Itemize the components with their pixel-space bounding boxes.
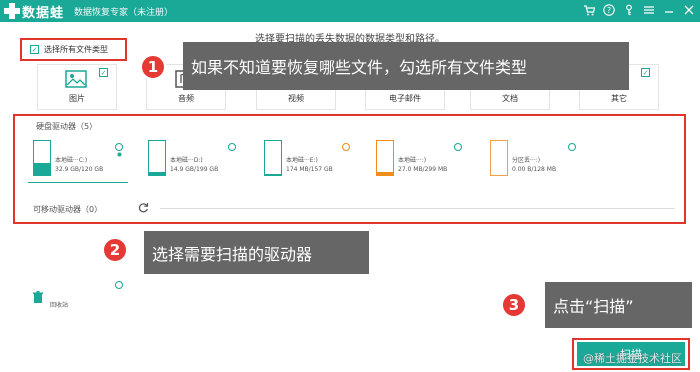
filetype-other-check-icon: ✓ xyxy=(641,68,650,77)
menu-icon[interactable] xyxy=(642,3,656,17)
drive-4-size: 27.0 MB/299 MB xyxy=(398,166,448,173)
watermark: @稀土掘金技术社区 xyxy=(583,352,682,365)
hard-drives-label: 硬盘驱动器（5） xyxy=(36,122,98,131)
drive-e-radio[interactable] xyxy=(342,143,350,151)
close-icon[interactable] xyxy=(682,3,696,17)
drive-e-name: 本地磁···E:) xyxy=(286,157,318,164)
filetype-email-label: 电子邮件 xyxy=(389,94,421,103)
recycle-bin-label: 回收站 xyxy=(50,302,69,309)
minimize-icon[interactable] xyxy=(662,3,676,17)
drive-d-radio[interactable] xyxy=(228,143,236,151)
drive-c-radio[interactable] xyxy=(115,143,123,157)
filetype-video-label: 视频 xyxy=(288,94,304,103)
drive-c[interactable]: 本地磁···C:) 32.9 GB/120 GB xyxy=(33,140,133,182)
filetype-other-label: 其它 xyxy=(611,94,627,103)
key-icon[interactable] xyxy=(622,3,636,17)
app-subtitle: 数据恢复专家（未注册） xyxy=(74,8,174,18)
svg-text:?: ? xyxy=(607,6,611,15)
filetype-document-label: 文档 xyxy=(502,94,518,103)
drive-icon xyxy=(264,140,282,176)
drive-d-size: 14.9 GB/199 GB xyxy=(170,166,219,173)
filetype-image-label: 图片 xyxy=(69,94,85,103)
recycle-bin-icon[interactable] xyxy=(32,291,44,303)
callout-1-text: 如果不知道要恢复哪些文件，勾选所有文件类型 xyxy=(191,58,528,77)
cart-icon[interactable] xyxy=(582,3,596,17)
drive-e-size: 174 MB/157 GB xyxy=(286,166,333,173)
callout-3: 点击“扫描” xyxy=(545,282,692,328)
logo-icon xyxy=(4,3,20,19)
callout-2-badge: 2 xyxy=(102,237,128,263)
drive-lost-partition[interactable]: 分区丢···:) 0.00 B/128 MB xyxy=(490,140,590,182)
callout-3-text: 点击“扫描” xyxy=(553,297,634,316)
app-name: 数据蛙 xyxy=(22,6,65,21)
refresh-icon[interactable] xyxy=(138,202,149,213)
callout-1: 如果不知道要恢复哪些文件，勾选所有文件类型 xyxy=(183,42,629,90)
callout-2-text: 选择需要扫描的驱动器 xyxy=(152,244,313,264)
drive-c-selected-indicator xyxy=(28,182,128,183)
drive-c-size: 32.9 GB/120 GB xyxy=(55,166,104,173)
select-all-label: 选择所有文件类型 xyxy=(44,45,108,54)
filetype-audio-label: 音频 xyxy=(178,94,194,103)
help-icon[interactable]: ? xyxy=(602,3,616,17)
title-bar: 数据蛙 数据恢复专家（未注册） ? xyxy=(0,0,700,22)
select-all-checkbox[interactable]: ✓ 选择所有文件类型 xyxy=(20,38,127,61)
recycle-bin-radio[interactable] xyxy=(115,281,123,289)
drive-e[interactable]: 本地磁···E:) 174 MB/157 GB xyxy=(264,140,364,182)
drive-lost-size: 0.00 B/128 MB xyxy=(512,166,557,173)
checkbox-check-icon: ✓ xyxy=(30,45,39,54)
callout-2: 选择需要扫描的驱动器 xyxy=(144,231,369,274)
filetype-image-check-icon: ✓ xyxy=(99,68,108,77)
drive-lost-name: 分区丢···:) xyxy=(512,157,541,164)
callout-1-badge: 1 xyxy=(140,54,166,80)
drive-icon xyxy=(376,140,394,176)
drive-d[interactable]: 本地磁···D:) 14.9 GB/199 GB xyxy=(148,140,248,182)
drive-icon xyxy=(33,140,51,176)
image-icon xyxy=(65,70,87,88)
drive-icon xyxy=(490,140,508,176)
drive-icon xyxy=(148,140,166,176)
drive-d-name: 本地磁···D:) xyxy=(170,157,203,164)
drive-lost-radio[interactable] xyxy=(568,143,576,151)
filetype-image[interactable]: ✓ 图片 xyxy=(37,64,117,110)
callout-3-badge: 3 xyxy=(501,292,527,318)
divider xyxy=(160,208,675,209)
drive-4-name: 本地磁···:) xyxy=(398,157,427,164)
drive-4[interactable]: 本地磁···:) 27.0 MB/299 MB xyxy=(376,140,476,182)
drive-c-name: 本地磁···C:) xyxy=(55,157,88,164)
drive-4-radio[interactable] xyxy=(454,143,462,151)
removable-drives-label: 可移动驱动器（0） xyxy=(33,205,103,214)
